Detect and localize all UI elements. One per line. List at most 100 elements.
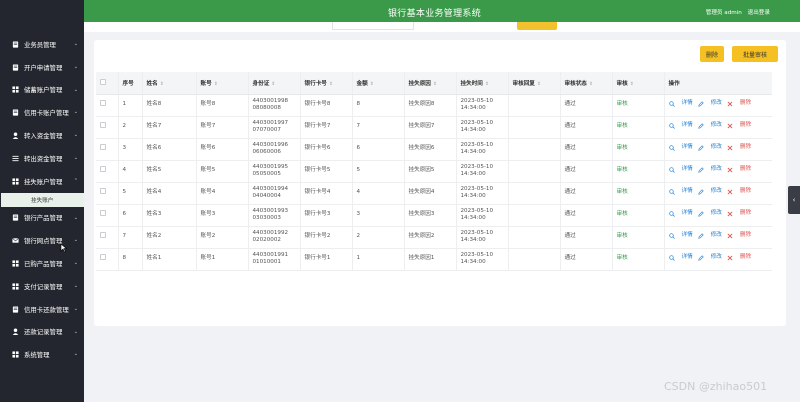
delete-row-button[interactable]: 删除 xyxy=(727,166,751,173)
row-checkbox[interactable] xyxy=(100,144,106,151)
row-select-cell[interactable] xyxy=(96,248,119,271)
sidebar-item[interactable]: 业务员管理 ⌄ xyxy=(0,33,84,56)
detail-button-label: 详情 xyxy=(681,144,693,151)
detail-button[interactable]: 详情 xyxy=(668,166,693,173)
batch-audit-button[interactable]: 批量审核 xyxy=(732,46,778,62)
sidebar-item[interactable]: 开户申请管理 ⌄ xyxy=(0,56,84,79)
collapse-toggle-button[interactable]: ‹ xyxy=(788,186,800,214)
edit-button[interactable]: 修改 xyxy=(698,122,722,129)
cell-actions: 详情 修改 删除 xyxy=(664,94,772,117)
col-audit[interactable]: 审核 ⇕ xyxy=(612,72,665,95)
sidebar-item[interactable]: 转出资金管理 ⌄ xyxy=(0,147,84,170)
col-reason[interactable]: 挂失原因 ⇕ xyxy=(404,72,457,95)
edit-button[interactable]: 修改 xyxy=(698,144,722,151)
detail-button[interactable]: 详情 xyxy=(668,100,693,107)
sidebar-item[interactable]: 支付记录管理 ⌄ xyxy=(0,275,84,298)
audit-link[interactable]: 审核 xyxy=(612,182,665,205)
edit-button[interactable]: 修改 xyxy=(698,188,722,195)
detail-button[interactable]: 详情 xyxy=(668,210,693,217)
cell-id-card: 4403001991 01010001 xyxy=(248,248,301,271)
row-checkbox[interactable] xyxy=(100,232,106,239)
edit-button[interactable]: 修改 xyxy=(698,210,722,217)
detail-button[interactable]: 详情 xyxy=(668,144,693,151)
audit-link[interactable]: 审核 xyxy=(612,94,665,117)
sort-icon[interactable]: ⇕ xyxy=(214,82,218,87)
search-button[interactable] xyxy=(517,22,557,30)
row-checkbox[interactable] xyxy=(100,122,106,129)
delete-row-button[interactable]: 删除 xyxy=(727,210,751,217)
row-select-cell[interactable] xyxy=(96,94,119,117)
sort-icon[interactable]: ⇕ xyxy=(433,82,437,87)
sort-icon[interactable]: ⇕ xyxy=(537,82,541,87)
sidebar-item[interactable]: 还款记录管理 ⌄ xyxy=(0,321,84,344)
row-select-cell[interactable] xyxy=(96,116,119,139)
row-select-cell[interactable] xyxy=(96,160,119,183)
sidebar-item[interactable]: 储蓄账户管理 ⌄ xyxy=(0,79,84,102)
col-account[interactable]: 账号 ⇕ xyxy=(196,72,249,95)
edit-button[interactable]: 修改 xyxy=(698,232,722,239)
row-select-cell[interactable] xyxy=(96,204,119,227)
sidebar-item-label: 系统管理 xyxy=(24,351,50,360)
delete-row-button[interactable]: 删除 xyxy=(727,122,751,129)
row-checkbox[interactable] xyxy=(100,188,106,195)
detail-button[interactable]: 详情 xyxy=(668,122,693,129)
audit-link[interactable]: 审核 xyxy=(612,226,665,249)
sidebar-item[interactable]: 系统管理 ⌄ xyxy=(0,343,84,366)
edit-button[interactable]: 修改 xyxy=(698,100,722,107)
col-amount[interactable]: 金额 ⇕ xyxy=(352,72,405,95)
audit-link[interactable]: 审核 xyxy=(612,204,665,227)
col-status[interactable]: 审核状态 ⇕ xyxy=(560,72,613,95)
search-input[interactable] xyxy=(332,22,414,30)
audit-link[interactable]: 审核 xyxy=(612,138,665,161)
row-checkbox[interactable] xyxy=(100,210,106,217)
delete-row-button[interactable]: 删除 xyxy=(727,144,751,151)
sort-icon[interactable]: ⇕ xyxy=(160,82,164,87)
sidebar-item[interactable]: 已购产品管理 ⌄ xyxy=(0,252,84,275)
delete-row-button[interactable]: 删除 xyxy=(727,254,751,261)
row-select-cell[interactable] xyxy=(96,138,119,161)
cell-time: 2023-05-10 14:34:00 xyxy=(456,116,509,139)
sidebar-item[interactable]: 信用卡还款管理 ⌄ xyxy=(0,298,84,321)
logout-link[interactable]: 退出登录 xyxy=(748,10,770,16)
user-area: 管理员 admin 退出登录 xyxy=(706,8,770,16)
sidebar-subitem-lost-accounts[interactable]: 挂失账户 xyxy=(1,192,84,207)
sidebar-item[interactable]: 信用卡账户管理 ⌄ xyxy=(0,101,84,124)
audit-link[interactable]: 审核 xyxy=(612,160,665,183)
edit-button[interactable]: 修改 xyxy=(698,166,722,173)
sort-icon[interactable]: ⇕ xyxy=(329,82,333,87)
delete-row-button[interactable]: 删除 xyxy=(727,188,751,195)
col-time[interactable]: 挂失时间 ⇕ xyxy=(456,72,509,95)
audit-link[interactable]: 审核 xyxy=(612,248,665,271)
sort-icon[interactable]: ⇕ xyxy=(485,82,489,87)
close-icon-graphic xyxy=(727,255,733,261)
col-account-label: 账号 xyxy=(200,80,212,87)
select-all-checkbox[interactable] xyxy=(100,78,106,85)
sidebar-item[interactable]: 银行产品管理 ⌄ xyxy=(0,207,84,230)
edit-icon xyxy=(698,145,706,151)
delete-button[interactable]: 删除 xyxy=(700,46,724,62)
col-id-card[interactable]: 身份证 ⇕ xyxy=(248,72,301,95)
sort-icon[interactable]: ⇕ xyxy=(370,82,374,87)
detail-button[interactable]: 详情 xyxy=(668,188,693,195)
row-select-cell[interactable] xyxy=(96,226,119,249)
delete-row-button[interactable]: 删除 xyxy=(727,100,751,107)
row-checkbox[interactable] xyxy=(100,166,106,173)
sort-icon[interactable]: ⇕ xyxy=(630,82,634,87)
select-all-header[interactable] xyxy=(96,72,119,95)
detail-button[interactable]: 详情 xyxy=(668,254,693,261)
col-name[interactable]: 姓名 ⇕ xyxy=(142,72,197,95)
row-checkbox[interactable] xyxy=(100,254,106,261)
col-reply[interactable]: 审核回复 ⇕ xyxy=(508,72,561,95)
sort-icon[interactable]: ⇕ xyxy=(589,82,593,87)
row-checkbox[interactable] xyxy=(100,100,106,107)
sort-icon[interactable]: ⇕ xyxy=(271,82,275,87)
detail-button[interactable]: 详情 xyxy=(668,232,693,239)
col-card-no[interactable]: 银行卡号 ⇕ xyxy=(300,72,353,95)
row-select-cell[interactable] xyxy=(96,182,119,205)
delete-row-button[interactable]: 删除 xyxy=(727,232,751,239)
sidebar-item[interactable]: 挂失账户管理 ⌃ xyxy=(0,170,84,193)
sidebar-item[interactable]: 银行网点管理 ⌄ xyxy=(0,229,84,252)
edit-button[interactable]: 修改 xyxy=(698,254,722,261)
audit-link[interactable]: 审核 xyxy=(612,116,665,139)
sidebar-item[interactable]: 转入资金管理 ⌄ xyxy=(0,124,84,147)
